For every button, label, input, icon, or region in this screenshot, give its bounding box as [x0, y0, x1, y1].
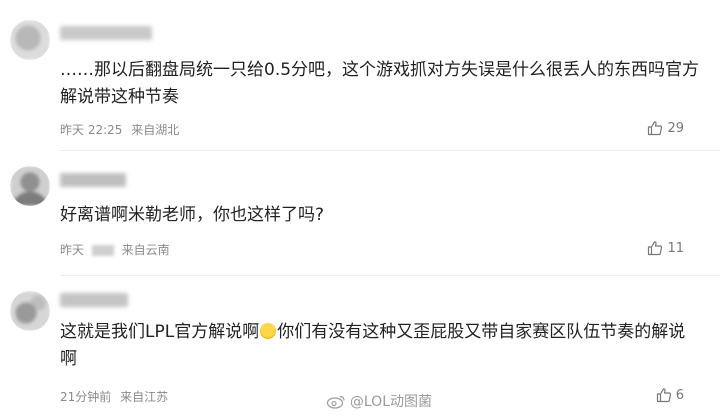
like-button[interactable]: 6: [656, 387, 684, 403]
thumbs-up-icon: [648, 241, 663, 256]
avatar[interactable]: [10, 166, 50, 206]
comment-text: 好离谱啊米勒老师，你也这样了吗?: [60, 205, 325, 225]
username[interactable]: [60, 293, 128, 307]
watermark: @LOL动图菌: [326, 391, 432, 411]
comment-location: 来自湖北: [131, 123, 180, 137]
avatar[interactable]: [10, 291, 50, 331]
like-count: 29: [667, 120, 684, 136]
comment-time: 昨天: [60, 243, 85, 257]
watermark-text: @LOL动图菌: [349, 394, 432, 410]
comment-meta: 昨天 22:25 来自湖北: [60, 121, 179, 138]
thumbs-up-icon: [648, 121, 663, 136]
like-count: 11: [667, 240, 684, 256]
username[interactable]: [60, 173, 126, 187]
comment-item: 好离谱啊米勒老师，你也这样了吗? 昨天 来自云南 11: [0, 150, 720, 280]
redacted-time: [91, 245, 114, 256]
comment-meta: 21分钟前 来自江苏: [60, 388, 168, 405]
comment-meta: 昨天 来自云南: [60, 241, 170, 258]
comment-text: 这就是我们LPL官方解说啊 你们有没有这种又歪屁股又带自家赛区队伍节奏的解说啊: [60, 319, 702, 373]
comment-time: 21分钟前: [60, 390, 112, 404]
comment-text-part: 这就是我们LPL官方解说啊: [60, 322, 260, 342]
thumbs-up-icon: [656, 388, 671, 403]
comment-location: 来自云南: [121, 243, 170, 257]
like-button[interactable]: 29: [647, 120, 684, 136]
smile-emoji-icon: [260, 323, 277, 339]
like-button[interactable]: 11: [647, 240, 684, 256]
comment-item: ……那以后翻盘局统一只给0.5分吧，这个游戏抓对方失误是什么很丢人的东西吗官方解…: [0, 0, 720, 151]
like-count: 6: [675, 387, 684, 403]
avatar[interactable]: [10, 20, 50, 60]
comment-time: 昨天 22:25: [60, 123, 123, 137]
comment-text: ……那以后翻盘局统一只给0.5分吧，这个游戏抓对方失误是什么很丢人的东西吗官方解…: [60, 60, 700, 107]
weibo-logo-icon: [326, 395, 345, 409]
username[interactable]: [60, 26, 152, 40]
comment-location: 来自江苏: [120, 390, 169, 404]
